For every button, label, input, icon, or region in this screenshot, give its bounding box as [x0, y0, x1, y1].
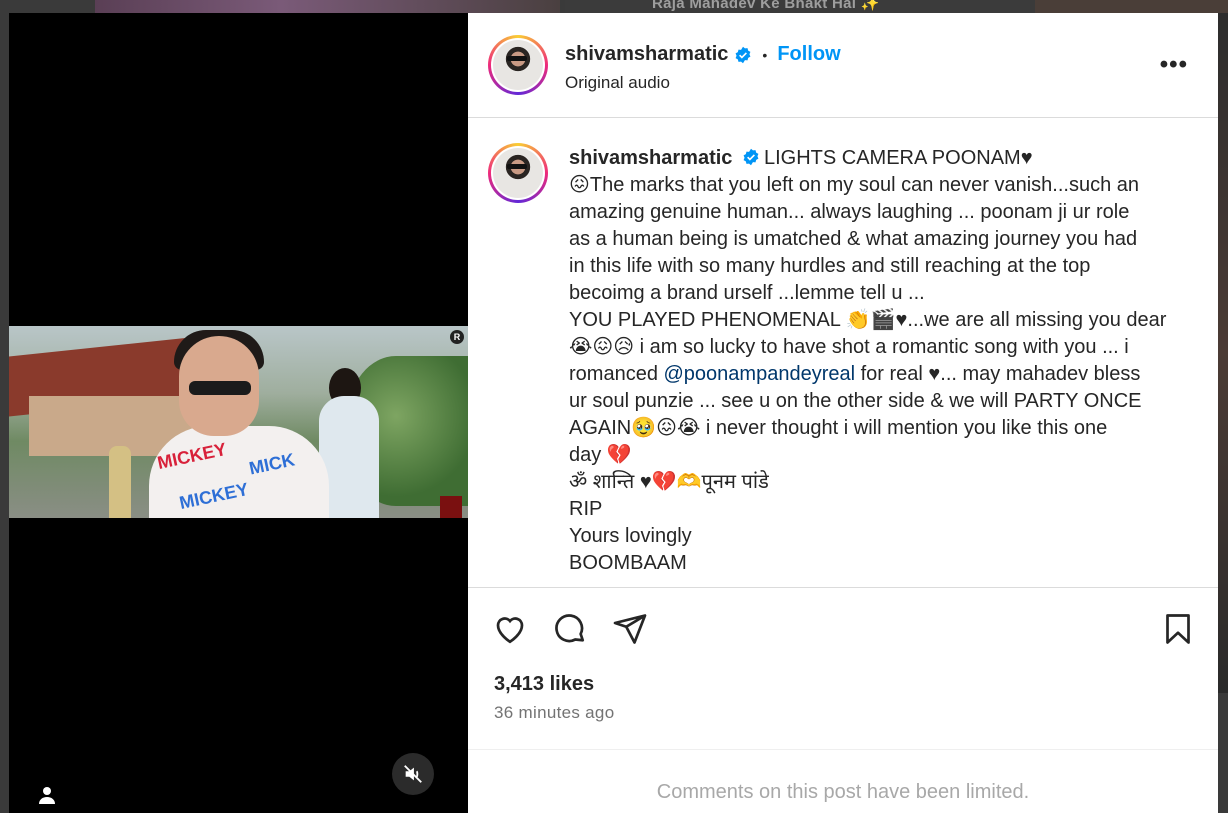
background-thumbnail: [95, 0, 560, 13]
caption-text-line: ॐ शान्ति ♥💔🫶पूनम पांडे: [569, 471, 769, 493]
channel-logo: [440, 496, 462, 518]
video-player[interactable]: MICKEY MICK MICKEY R: [9, 326, 468, 518]
author-avatar[interactable]: [488, 35, 548, 95]
caption-text-line: 😭😖😥 i am so lucky to have shot a romanti…: [569, 336, 1129, 358]
post-timestamp[interactable]: 36 minutes ago: [494, 703, 614, 723]
separator-dot: •: [762, 46, 768, 63]
caption-text-line: LIGHTS CAMERA POONAM♥: [763, 147, 1033, 169]
caption-text-line: becoimg a brand urself ...lemme tell u .…: [569, 282, 925, 304]
caption-text-line: RIP: [569, 498, 603, 520]
background-banner-text: Raja Mahadev Ke Bhakt Hai ✨: [652, 0, 880, 12]
caption-text-line: in this life with so many hurdles and st…: [569, 255, 1091, 277]
caption-text: for real ♥... may mahadev bless: [860, 363, 1141, 385]
action-bar: [468, 603, 1218, 653]
mute-toggle-button[interactable]: [392, 753, 434, 795]
verified-badge-icon: [735, 46, 751, 63]
caption-text-line: amazing genuine human... always laughing…: [569, 201, 1130, 223]
more-options-icon[interactable]: •••: [1160, 51, 1188, 79]
caption-text-line: day 💔: [569, 444, 632, 466]
divider: [468, 749, 1218, 750]
author-username[interactable]: shivamsharmatic: [565, 43, 728, 66]
audio-link[interactable]: Original audio: [565, 73, 670, 93]
post-caption: shivamsharmatic LIGHTS CAMERA POONAM♥ 😖T…: [569, 145, 1209, 577]
caption-text-line: AGAIN🥹😖😭 i never thought i will mention …: [569, 417, 1108, 439]
caption-avatar[interactable]: [488, 143, 548, 203]
share-send-icon[interactable]: [612, 611, 648, 647]
caption-text-line: as a human being is umatched & what amaz…: [569, 228, 1138, 250]
caption-text-line: ur soul punzie ... see u on the other si…: [569, 390, 1142, 412]
caption-text-line: 😖The marks that you left on my soul can …: [569, 174, 1140, 196]
comment-icon[interactable]: [552, 611, 588, 647]
mention-link[interactable]: @poonampandeyreal: [664, 363, 856, 385]
caption-text: romanced: [569, 363, 658, 385]
verified-badge-icon: [743, 148, 759, 166]
save-bookmark-icon[interactable]: [1160, 611, 1196, 647]
caption-username[interactable]: shivamsharmatic: [569, 147, 732, 169]
follow-button[interactable]: Follow: [777, 43, 840, 66]
caption-text-line: YOU PLAYED PHENOMENAL 👏🎬♥...we are all m…: [569, 309, 1167, 331]
audio-muted-icon: [404, 765, 422, 783]
like-heart-icon[interactable]: [492, 611, 528, 647]
caption-text-line: BOOMBAAM: [569, 552, 687, 574]
post-media[interactable]: MICKEY MICK MICKEY R: [9, 13, 468, 813]
watermark-logo: R: [450, 330, 464, 344]
background-thumbnail: [1035, 0, 1228, 13]
comments-limited-notice: Comments on this post have been limited.: [656, 781, 1030, 803]
post-header: shivamsharmatic • Follow Original audio …: [468, 13, 1218, 118]
likes-count[interactable]: 3,413 likes: [494, 673, 594, 696]
background-thumbnail: [1218, 13, 1228, 693]
caption-text-line: Yours lovingly: [569, 525, 692, 547]
tagged-user-icon[interactable]: [35, 783, 59, 807]
